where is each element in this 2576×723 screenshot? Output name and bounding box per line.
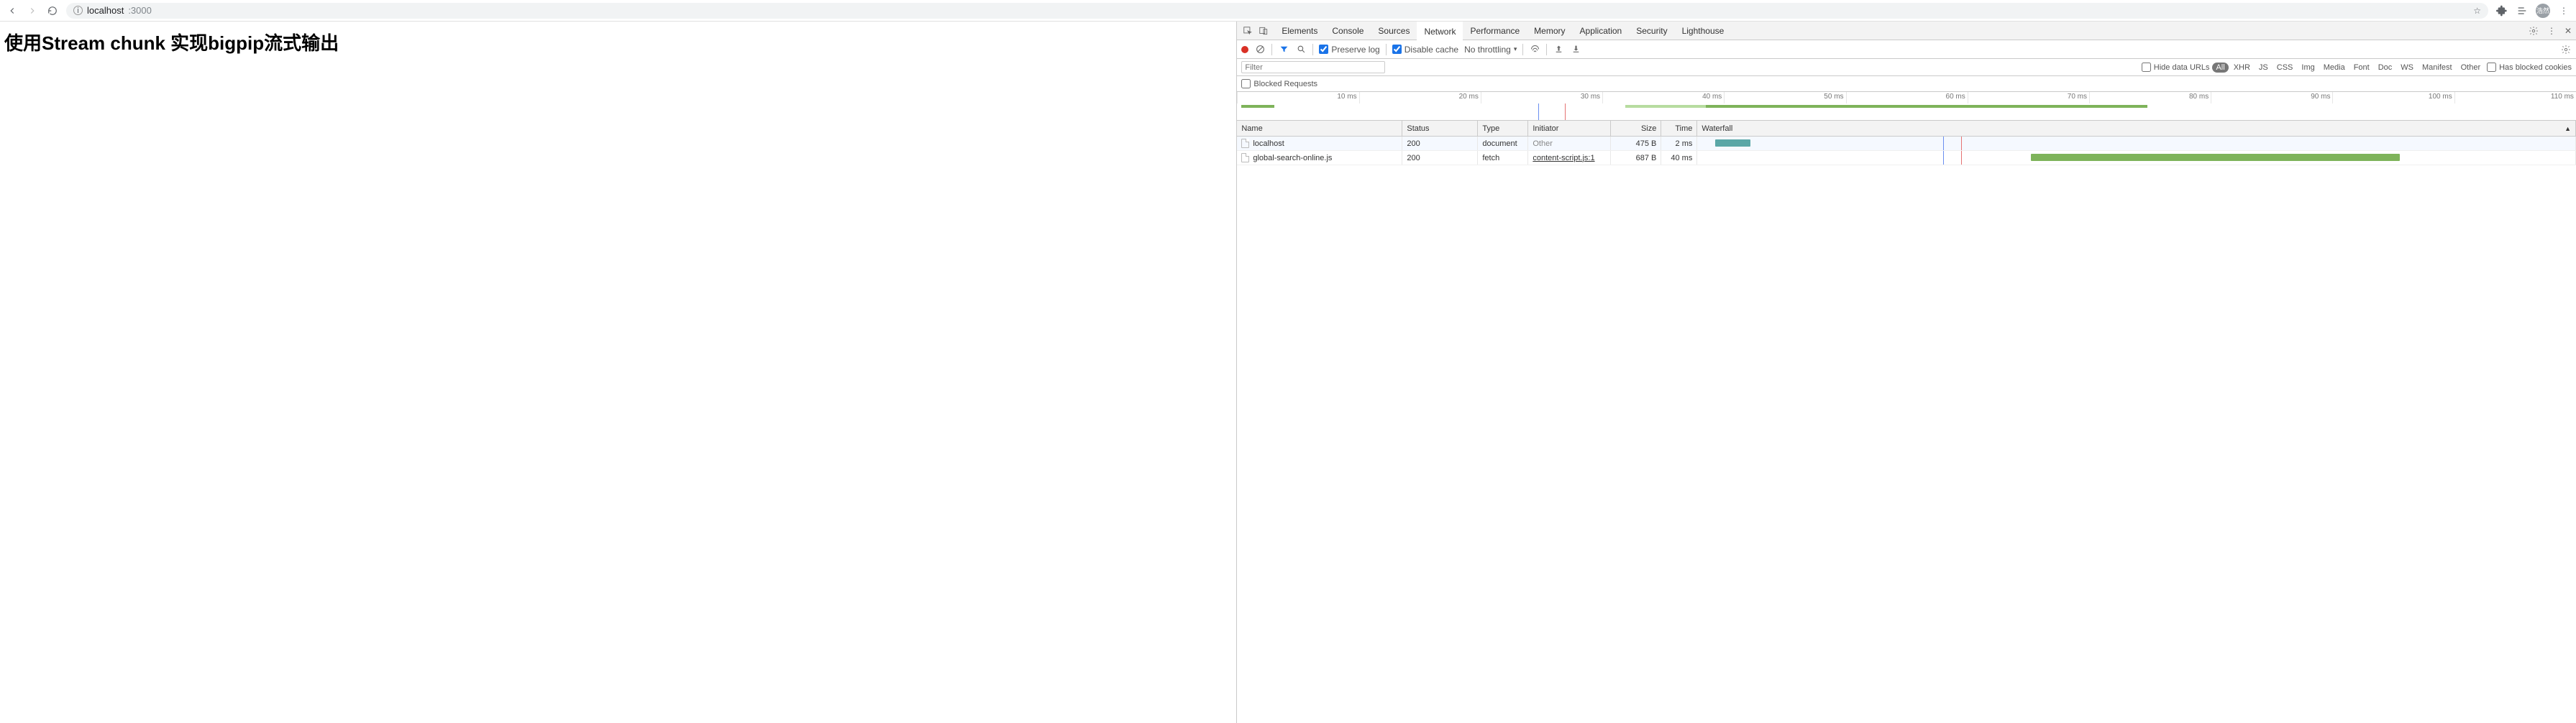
forward-button[interactable]: [26, 4, 39, 17]
timeline-tick: 70 ms: [1968, 92, 2089, 103]
clear-icon[interactable]: [1254, 44, 1266, 55]
export-har-icon[interactable]: [1570, 44, 1581, 55]
network-toolbar: Preserve log Disable cache No throttling…: [1237, 40, 2576, 59]
extensions-icon[interactable]: [2495, 4, 2508, 17]
page-content: 使用Stream chunk 实现bigpip流式输出: [0, 22, 1236, 723]
waterfall-cell: [1697, 151, 2576, 165]
request-initiator: content-script.js:1: [1528, 151, 1611, 165]
url-path: :3000: [128, 5, 152, 16]
timeline-tick: 110 ms: [2454, 92, 2576, 103]
request-size: 687 B: [1611, 151, 1661, 165]
hide-data-urls-checkbox[interactable]: Hide data URLs: [2142, 63, 2210, 72]
request-name: global-search-online.js: [1253, 154, 1332, 162]
request-table-body: localhost200documentOther475 B2 msglobal…: [1237, 137, 2576, 723]
request-time: 40 ms: [1661, 151, 1697, 165]
timeline-tick: 50 ms: [1724, 92, 1845, 103]
tab-memory[interactable]: Memory: [1527, 22, 1572, 40]
request-table-header: Name Status Type Initiator Size Time Wat…: [1237, 121, 2576, 137]
filter-input[interactable]: [1241, 61, 1385, 73]
file-icon: [1241, 153, 1249, 162]
col-name[interactable]: Name: [1237, 121, 1402, 136]
disable-cache-checkbox[interactable]: Disable cache: [1392, 45, 1458, 55]
filter-type-css[interactable]: CSS: [2273, 63, 2297, 73]
reload-button[interactable]: [46, 4, 59, 17]
devtools-more-icon[interactable]: ⋮: [2543, 26, 2560, 36]
request-status: 200: [1402, 151, 1478, 165]
has-blocked-cookies-checkbox[interactable]: Has blocked cookies: [2487, 63, 2572, 72]
filter-bar: Hide data URLs AllXHRJSCSSImgMediaFontDo…: [1237, 59, 2576, 76]
request-initiator: Other: [1528, 137, 1611, 150]
devtools-panel: ElementsConsoleSourcesNetworkPerformance…: [1236, 22, 2576, 723]
filter-type-xhr[interactable]: XHR: [2230, 63, 2254, 73]
network-settings-icon[interactable]: [2560, 44, 2572, 55]
request-time: 2 ms: [1661, 137, 1697, 150]
timeline-tick: 60 ms: [1846, 92, 1968, 103]
col-status[interactable]: Status: [1402, 121, 1478, 136]
request-name: localhost: [1253, 139, 1284, 148]
back-button[interactable]: [6, 4, 19, 17]
tab-sources[interactable]: Sources: [1371, 22, 1417, 40]
filter-type-doc[interactable]: Doc: [2375, 63, 2396, 73]
col-time[interactable]: Time: [1661, 121, 1697, 136]
device-toggle-icon[interactable]: [1259, 26, 1269, 36]
col-initiator[interactable]: Initiator: [1528, 121, 1611, 136]
col-size[interactable]: Size: [1611, 121, 1661, 136]
tab-performance[interactable]: Performance: [1463, 22, 1527, 40]
profile-avatar[interactable]: 浩然: [2536, 4, 2550, 18]
devtools-settings-icon[interactable]: [2524, 26, 2543, 36]
blocked-requests-checkbox[interactable]: Blocked Requests: [1241, 79, 1317, 88]
filter-type-other[interactable]: Other: [2457, 63, 2485, 73]
file-icon: [1241, 139, 1249, 148]
inspect-icon[interactable]: [1243, 26, 1253, 36]
col-type[interactable]: Type: [1478, 121, 1528, 136]
bookmark-icon[interactable]: ☆: [2473, 6, 2481, 16]
browser-toolbar: i localhost :3000 ☆ 浩然 ⋮: [0, 0, 2576, 22]
devtools-tabs: ElementsConsoleSourcesNetworkPerformance…: [1237, 22, 2576, 40]
record-button[interactable]: [1241, 46, 1248, 53]
page-heading: 使用Stream chunk 实现bigpip流式输出: [4, 29, 1232, 55]
request-size: 475 B: [1611, 137, 1661, 150]
filter-type-js[interactable]: JS: [2255, 63, 2272, 73]
timeline-tick: 20 ms: [1359, 92, 1481, 103]
network-conditions-icon[interactable]: [1529, 44, 1540, 55]
waterfall-cell: [1697, 137, 2576, 150]
filter-type-media[interactable]: Media: [2320, 63, 2349, 73]
search-icon[interactable]: [1295, 44, 1307, 55]
timeline-tick: 30 ms: [1481, 92, 1602, 103]
timeline-tick: 100 ms: [2332, 92, 2454, 103]
timeline-tick: 90 ms: [2211, 92, 2332, 103]
request-type: fetch: [1478, 151, 1528, 165]
url-host: localhost: [87, 5, 124, 16]
filter-type-img[interactable]: Img: [2298, 63, 2318, 73]
filter-bar-2: Blocked Requests: [1237, 76, 2576, 92]
tab-elements[interactable]: Elements: [1274, 22, 1325, 40]
tab-application[interactable]: Application: [1573, 22, 1630, 40]
filter-type-font[interactable]: Font: [2350, 63, 2373, 73]
table-row[interactable]: global-search-online.js 200fetchcontent-s…: [1237, 151, 2576, 165]
tab-console[interactable]: Console: [1325, 22, 1371, 40]
filter-type-all[interactable]: All: [2212, 63, 2228, 73]
col-waterfall[interactable]: Waterfall▲: [1697, 121, 2576, 136]
tab-network[interactable]: Network: [1417, 22, 1463, 40]
timeline-tick: 40 ms: [1602, 92, 1724, 103]
throttling-select[interactable]: No throttling▾: [1464, 45, 1517, 55]
devtools-close-icon[interactable]: ✕: [2560, 26, 2576, 36]
request-status: 200: [1402, 137, 1478, 150]
timeline-overview[interactable]: 10 ms20 ms30 ms40 ms50 ms60 ms70 ms80 ms…: [1237, 92, 2576, 121]
tab-lighthouse[interactable]: Lighthouse: [1675, 22, 1732, 40]
reading-list-icon[interactable]: [2516, 4, 2529, 17]
import-har-icon[interactable]: [1553, 44, 1564, 55]
site-info-icon[interactable]: i: [73, 6, 83, 15]
tab-security[interactable]: Security: [1629, 22, 1674, 40]
filter-type-ws[interactable]: WS: [2397, 63, 2417, 73]
timeline-tick: 10 ms: [1237, 92, 1358, 103]
address-bar[interactable]: i localhost :3000 ☆: [66, 3, 2488, 19]
filter-icon[interactable]: [1278, 44, 1289, 55]
table-row[interactable]: localhost 200documentOther475 B2 ms: [1237, 137, 2576, 151]
filter-type-manifest[interactable]: Manifest: [2419, 63, 2456, 73]
timeline-tick: 80 ms: [2089, 92, 2211, 103]
preserve-log-checkbox[interactable]: Preserve log: [1319, 45, 1379, 55]
menu-icon[interactable]: ⋮: [2557, 4, 2570, 17]
request-type: document: [1478, 137, 1528, 150]
